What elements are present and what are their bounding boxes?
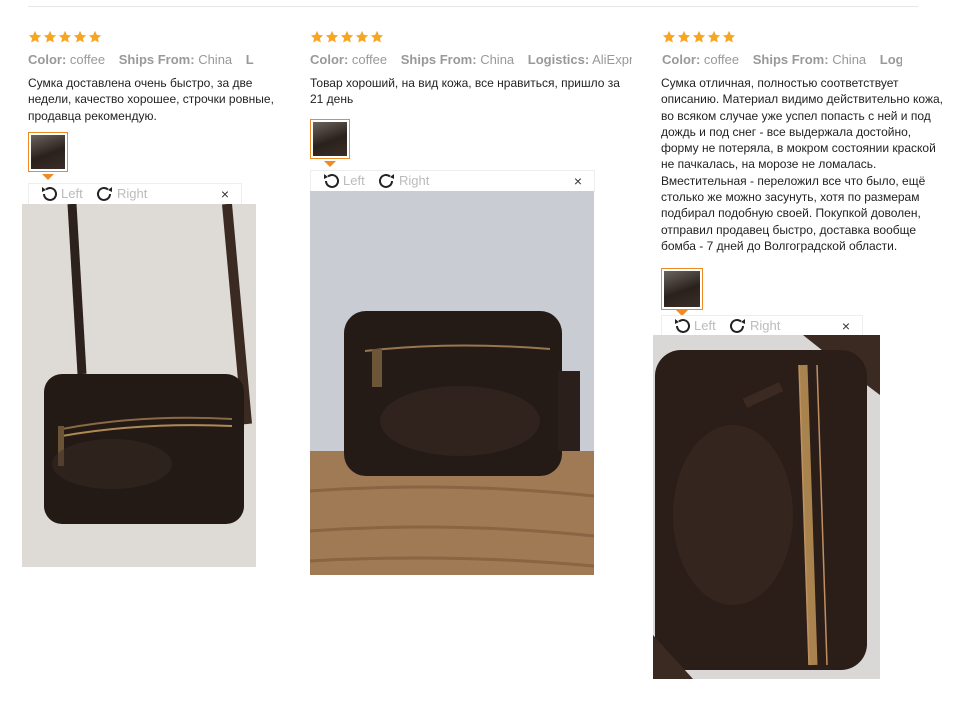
- rotate-right-button[interactable]: Right: [377, 171, 429, 191]
- close-icon[interactable]: ×: [842, 316, 850, 336]
- rotate-right-label: Right: [117, 186, 148, 201]
- ships-from-value: China: [832, 52, 867, 67]
- color-value: coffee: [351, 52, 388, 67]
- color-label: Color:: [28, 52, 67, 67]
- ships-from-value: China: [480, 52, 515, 67]
- rotate-left-label: Left: [61, 186, 83, 201]
- star-icon: [677, 30, 691, 44]
- star-icon: [325, 30, 339, 44]
- review-meta: Color: coffee Ships From: China Logist: [662, 51, 902, 69]
- rotate-right-label: Right: [750, 318, 781, 333]
- ships-from-value: China: [198, 52, 233, 67]
- rotate-right-button[interactable]: Right: [728, 316, 780, 336]
- image-toolbar: Left Right ×: [28, 183, 242, 205]
- review-thumbnail[interactable]: [310, 119, 350, 159]
- star-icon: [88, 30, 102, 44]
- star-rating: [662, 30, 736, 44]
- star-rating: [310, 30, 384, 44]
- star-icon: [43, 30, 57, 44]
- color-label: Color:: [310, 52, 349, 67]
- image-toolbar: Left Right ×: [661, 315, 863, 337]
- rotate-left-button[interactable]: Left: [39, 184, 83, 204]
- rotate-left-icon: [324, 173, 339, 188]
- logistics-label: Log: [245, 52, 254, 67]
- logistics-label: Logist: [879, 52, 902, 67]
- close-icon[interactable]: ×: [574, 171, 582, 191]
- review-thumbnail[interactable]: [28, 132, 68, 172]
- rotate-right-button[interactable]: Right: [95, 184, 147, 204]
- star-icon: [355, 30, 369, 44]
- ships-from-label: Ships From:: [118, 52, 195, 67]
- star-icon: [310, 30, 324, 44]
- review-photo: [653, 335, 880, 679]
- star-icon: [692, 30, 706, 44]
- star-icon: [73, 30, 87, 44]
- ships-from-label: Ships From:: [752, 52, 829, 67]
- star-icon: [28, 30, 42, 44]
- logistics-label: Logistics:: [527, 52, 590, 67]
- review-text: Товар хороший, на вид кожа, все нравитьс…: [310, 76, 620, 107]
- star-icon: [662, 30, 676, 44]
- rotate-left-icon: [675, 318, 690, 333]
- rotate-left-icon: [42, 186, 57, 201]
- rotate-right-icon: [730, 318, 745, 333]
- color-label: Color:: [662, 52, 701, 67]
- star-icon: [722, 30, 736, 44]
- thumbnail-caret: [324, 161, 336, 167]
- review-photo: [22, 204, 256, 567]
- star-rating: [28, 30, 102, 44]
- review-meta: Color: coffee Ships From: China Log: [28, 51, 254, 69]
- color-value: coffee: [69, 52, 106, 67]
- top-divider: [28, 6, 918, 7]
- star-icon: [370, 30, 384, 44]
- rotate-right-icon: [97, 186, 112, 201]
- rotate-left-button[interactable]: Left: [672, 316, 716, 336]
- ships-from-label: Ships From:: [400, 52, 477, 67]
- close-icon[interactable]: ×: [221, 184, 229, 204]
- star-icon: [707, 30, 721, 44]
- rotate-left-label: Left: [694, 318, 716, 333]
- rotate-right-icon: [379, 173, 394, 188]
- image-toolbar: Left Right ×: [310, 170, 595, 192]
- color-value: coffee: [703, 52, 740, 67]
- rotate-left-button[interactable]: Left: [321, 171, 365, 191]
- review-thumbnail[interactable]: [661, 268, 703, 310]
- review-meta: Color: coffee Ships From: China Logistic…: [310, 51, 632, 69]
- review-text: Сумка доставлена очень быстро, за две не…: [28, 76, 274, 123]
- rotate-right-label: Right: [399, 173, 430, 188]
- review-text: Сумка отличная, полностью соответствует …: [661, 76, 943, 253]
- thumbnail-caret: [42, 174, 54, 180]
- star-icon: [340, 30, 354, 44]
- star-icon: [58, 30, 72, 44]
- review-photo: [310, 191, 594, 575]
- rotate-left-label: Left: [343, 173, 365, 188]
- logistics-value: AliExpress: [592, 52, 632, 67]
